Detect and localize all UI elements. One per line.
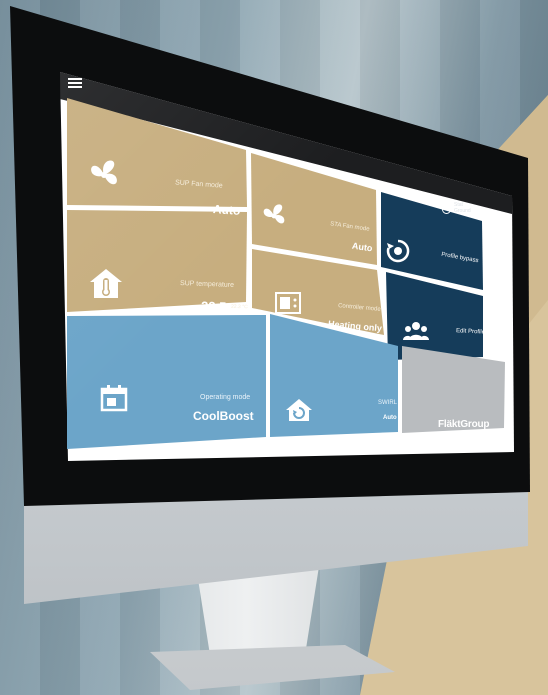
calendar-icon <box>100 385 128 412</box>
power-icon[interactable] <box>442 205 451 214</box>
swirl-label: SWIRL <box>378 400 398 406</box>
sup-temperature-unit: 22.3 °C <box>230 303 248 311</box>
operating-mode-label: Operating mode <box>200 394 251 401</box>
top-right-status: Stat Ground <box>454 202 471 214</box>
sup-temperature-value: 22.5 <box>200 298 227 315</box>
status-line-2: Ground <box>454 208 471 214</box>
fan-icon <box>91 160 117 185</box>
menu-icon[interactable] <box>68 76 82 90</box>
swirl-value: Auto <box>383 415 397 421</box>
fan-icon <box>263 204 285 224</box>
profile-bypass-icon <box>386 239 410 263</box>
swirl-house-icon <box>286 399 312 421</box>
edit-profiles-icon <box>403 322 429 340</box>
operating-mode-value: CoolBoost <box>193 409 254 423</box>
sup-fan-mode-value: Auto <box>212 202 241 218</box>
brand-logo: FläktGroup <box>438 419 490 430</box>
house-thermometer-icon <box>90 269 122 298</box>
controller-icon <box>275 292 301 314</box>
